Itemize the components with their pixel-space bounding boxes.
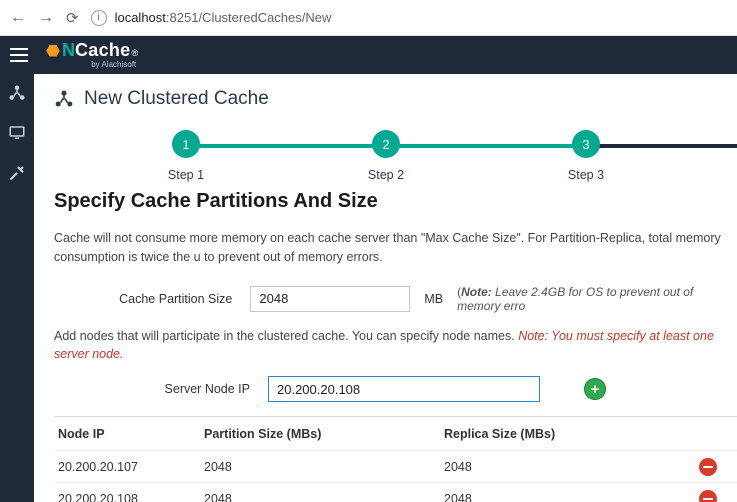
step-3-label: Step 3 [568,168,604,182]
partition-size-input[interactable] [250,286,410,312]
info-icon[interactable]: i [91,10,107,26]
section-heading: Specify Cache Partitions And Size [54,190,737,213]
nodes-table: Node IP Partition Size (MBs) Replica Siz… [54,416,737,502]
step-2-circle: 2 [372,130,400,158]
cell-psize: 2048 [204,492,444,502]
table-row: 20.200.20.108 2048 2048 [54,483,737,502]
step-1-label: Step 1 [168,168,204,182]
remove-node-button[interactable] [699,458,717,476]
address-bar[interactable]: i localhost:8251/ClusteredCaches/New [91,10,727,26]
partition-size-row: Cache Partition Size MB (Note: Leave 2.4… [54,285,737,313]
nodes-desc-text: Add nodes that will participate in the c… [54,329,518,343]
url-path: /ClusteredCaches/New [198,10,331,25]
add-node-button[interactable] [584,378,606,400]
partition-size-unit: MB [424,292,443,306]
server-ip-row: Server Node IP [54,376,737,402]
tools-icon[interactable] [8,164,26,182]
col-node-ip: Node IP [54,427,204,441]
remove-node-button[interactable] [699,490,717,502]
cell-ip: 20.200.20.107 [54,460,204,474]
app-topbar: ⬣ NCache® by Alachisoft [0,36,737,74]
partition-size-note: (Note: Leave 2.4GB for OS to prevent out… [457,285,737,313]
main-content: New Clustered Cache 1 Step 1 2 Step 2 3 … [34,74,737,502]
brand-logo: ⬣ NCache® by Alachisoft [46,41,138,69]
url-port: :8251 [166,10,199,25]
brand-n: N [62,41,75,59]
step-2-label: Step 2 [368,168,404,182]
col-partition-size: Partition Size (MBs) [204,427,444,441]
cell-ip: 20.200.20.108 [54,492,204,502]
menu-icon[interactable] [10,48,28,62]
nodes-description: Add nodes that will participate in the c… [54,327,737,365]
forward-icon[interactable]: → [38,9,54,27]
url-host: localhost [115,10,166,25]
server-ip-label: Server Node IP [54,382,254,396]
cell-rsize: 2048 [444,492,644,502]
brand-cache: Cache [75,41,131,59]
cell-rsize: 2048 [444,460,644,474]
browser-chrome: ← → ⟳ i localhost:8251/ClusteredCaches/N… [0,0,737,36]
step-1-circle: 1 [172,130,200,158]
monitor-icon[interactable] [8,124,26,142]
step-3[interactable]: 3 Step 3 [556,130,616,182]
step-1[interactable]: 1 Step 1 [156,130,216,182]
cell-psize: 2048 [204,460,444,474]
reload-icon[interactable]: ⟳ [66,9,79,27]
partition-size-label: Cache Partition Size [54,292,236,306]
step-2[interactable]: 2 Step 2 [356,130,416,182]
table-header-row: Node IP Partition Size (MBs) Replica Siz… [54,417,737,451]
back-icon[interactable]: ← [10,9,26,27]
table-row: 20.200.20.107 2048 2048 [54,451,737,483]
server-ip-input[interactable] [268,376,540,402]
logo-dots-icon: ⬣ [46,44,60,60]
cluster-small-icon [54,89,74,109]
wizard-stepper: 1 Step 1 2 Step 2 3 Step 3 [54,130,737,180]
sidebar [0,74,34,502]
page-title: New Clustered Cache [84,88,269,110]
step-3-circle: 3 [572,130,600,158]
section-description: Cache will not consume more memory on ea… [54,229,737,267]
col-replica-size: Replica Size (MBs) [444,427,644,441]
brand-byline: by Alachisoft [91,61,136,69]
brand-reg: ® [132,49,139,58]
cluster-icon[interactable] [8,84,26,102]
